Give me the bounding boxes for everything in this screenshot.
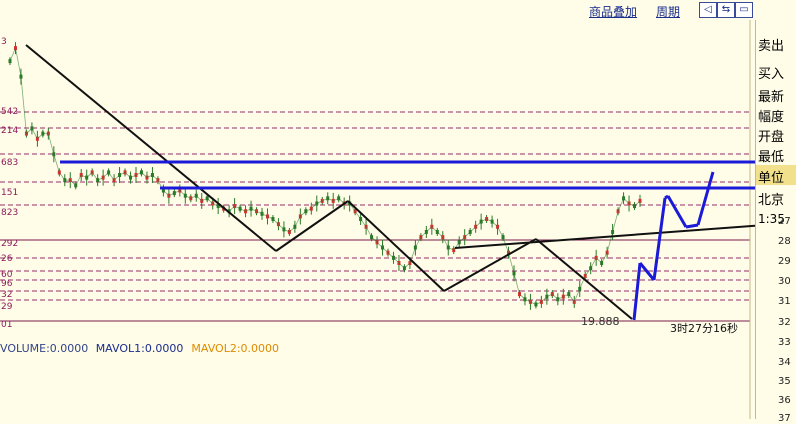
open-label: 开盘: [758, 130, 785, 145]
y-tick-right: 34: [778, 357, 791, 368]
y-tick-right: 36: [778, 395, 791, 406]
indicator-mavol2: MAVOL2:0.0000: [191, 342, 279, 355]
y-tick-right: 35: [778, 376, 791, 387]
price-chart: 3542214683151823292266096322901 19.8883时2…: [0, 20, 755, 419]
indicator-mavol1: MAVOL1:0.0000: [96, 342, 184, 355]
y-tick-left: 151: [1, 188, 18, 198]
y-tick-left: 01: [1, 320, 12, 330]
y-tick-right: 32: [778, 317, 791, 328]
overlay-product-link[interactable]: 商品叠加: [589, 3, 637, 20]
time-label: 3时27分16秒: [670, 321, 738, 335]
indicator-volume: VOLUME:0.0000: [0, 342, 88, 355]
volume-indicator-row: VOLUME:0.0000 MAVOL1:0.0000 MAVOL2:0.0000: [0, 342, 279, 355]
change-label: 幅度: [758, 110, 785, 125]
y-tick-right: 33: [778, 337, 791, 348]
y-tick-left: 683: [1, 158, 18, 168]
buy-label[interactable]: 买入: [758, 63, 784, 82]
chart-toolbar: 商品叠加 周期 ◁ ⇆ ▭: [0, 0, 755, 21]
y-tick-right: 29: [778, 256, 791, 267]
blue-projection: [685, 223, 699, 229]
latest-label: 最新: [758, 90, 785, 105]
unit-label: 单位: [758, 171, 785, 186]
back-button[interactable]: ◁: [699, 2, 717, 18]
split-view-button[interactable]: ⇆: [717, 2, 735, 18]
y-tick-right: 27: [778, 216, 791, 227]
y-tick-left: 32: [1, 290, 12, 300]
y-tick-left: 96: [1, 279, 13, 289]
window-box-button[interactable]: ▭: [735, 2, 753, 18]
y-tick-left: 542: [1, 107, 18, 117]
y-tick-right: 30: [778, 276, 791, 287]
y-tick-left: 292: [1, 239, 18, 249]
region-label: 北京: [758, 193, 785, 208]
price-label-low: 19.888: [581, 315, 620, 328]
quote-sidebar: 卖出 买入 最新 幅度 开盘 最低 单位 北京 1:35 27 28 29 30 31 3…: [755, 20, 796, 424]
sell-label[interactable]: 卖出: [758, 35, 784, 54]
low-label: 最低: [758, 150, 785, 165]
period-link[interactable]: 周期: [656, 3, 680, 20]
y-tick-left: 3: [1, 37, 7, 47]
y-tick-left: 29: [1, 302, 13, 312]
y-tick-right: 31: [778, 296, 791, 307]
y-tick-left: 214: [1, 126, 18, 136]
y-tick-left: 26: [1, 254, 13, 264]
y-tick-left: 823: [1, 208, 18, 218]
y-tick-right: 28: [778, 236, 791, 247]
